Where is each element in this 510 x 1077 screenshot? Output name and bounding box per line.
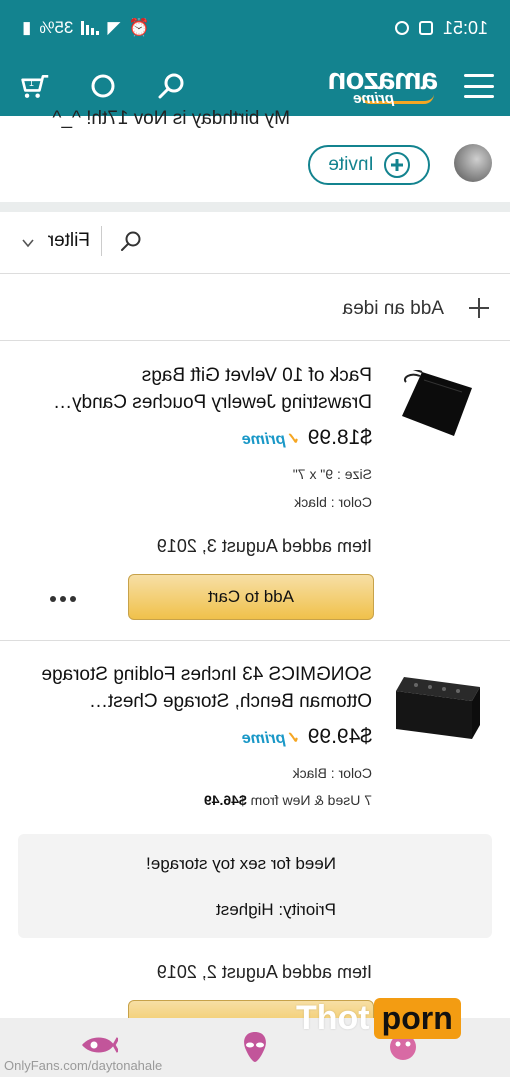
item-comment: Need for sex toy storage! <box>146 854 336 873</box>
item-title[interactable]: SONGMICS 43 Inches Folding Storage Ottom… <box>20 661 372 715</box>
wifi-icon: ◥ <box>107 18 121 37</box>
product-image[interactable] <box>394 673 484 743</box>
wishlist-description: My birthday is Nov 17th! ^_^ <box>52 108 290 129</box>
price-row: $18.99 ✓prime <box>242 426 372 450</box>
amazon-prime-logo[interactable]: amazon prime <box>308 61 438 109</box>
battery-icon: ▮ <box>22 18 32 37</box>
price-row: $49.99 ✓prime <box>242 725 372 749</box>
item-size: Size : 9" x 7" <box>292 466 372 482</box>
alarm-icon: ⏰ <box>128 18 150 37</box>
watermark-text: OnlyFans.com/daytonahale <box>4 1058 163 1073</box>
battery-percent: 35% <box>39 18 74 37</box>
invite-label: Invite <box>328 154 374 175</box>
search-icon[interactable] <box>156 71 186 101</box>
nav-alien-icon[interactable] <box>240 1030 270 1064</box>
item-priority: Priority: Highest <box>216 900 336 919</box>
cart-icon[interactable]: 1 <box>20 71 50 101</box>
thotporn-logo: Thot porn <box>296 998 461 1039</box>
status-bar: 10:51 ⏰ ◥ 35% ▮ <box>0 0 510 56</box>
nav-rocket-icon[interactable] <box>78 1030 118 1060</box>
add-idea-label: Add an idea <box>342 298 444 319</box>
logo-left: Thot <box>296 999 370 1037</box>
prime-badge: ✓prime <box>241 730 300 747</box>
status-time: 10:51 <box>442 17 488 38</box>
app-header: amazon prime 1 <box>0 56 510 116</box>
prime-badge: ✓prime <box>241 431 300 448</box>
item-color: Color : black <box>294 494 372 510</box>
logo-sub: prime <box>353 90 394 107</box>
plus-icon <box>383 152 410 178</box>
invite-button[interactable]: Invite <box>308 145 430 185</box>
menu-icon[interactable] <box>464 74 494 98</box>
item-color: Color : Black <box>292 765 372 781</box>
section-divider <box>0 202 510 212</box>
avatar[interactable] <box>454 144 492 182</box>
plus-icon <box>468 297 490 319</box>
notification-icon <box>418 21 433 35</box>
item-comment-box: Need for sex toy storage! Priority: High… <box>18 834 492 938</box>
product-image[interactable] <box>396 370 480 440</box>
item-price: $49.99 <box>307 725 372 748</box>
more-options-icon[interactable] <box>50 596 76 604</box>
item-price: $18.99 <box>307 426 372 449</box>
item-title[interactable]: Pack of 10 Velvet Gift Bags Drawstring J… <box>20 362 372 416</box>
filter-button[interactable]: Filter <box>48 230 90 252</box>
signal-icon <box>81 21 100 35</box>
alexa-icon[interactable] <box>88 71 118 101</box>
logo-right: porn <box>373 998 461 1039</box>
filter-divider <box>101 226 102 256</box>
item-added-date: Item added August 3, 2019 <box>156 536 372 556</box>
item-added-date: Item added August 2, 2019 <box>156 962 372 982</box>
mirrored-screen: 10:51 ⏰ ◥ 35% ▮ amazon prime 1 My birthd… <box>0 0 510 1077</box>
chevron-down-icon[interactable] <box>22 236 34 248</box>
app-notification-icon <box>394 21 409 35</box>
add-to-cart-button[interactable]: Add to Cart <box>128 574 374 620</box>
svg-text:1: 1 <box>29 78 34 88</box>
list-item: Pack of 10 Velvet Gift Bags Drawstring J… <box>0 342 510 640</box>
used-new-offer[interactable]: 7 Used & New from $46.49 <box>204 792 372 808</box>
search-icon[interactable] <box>118 230 142 254</box>
